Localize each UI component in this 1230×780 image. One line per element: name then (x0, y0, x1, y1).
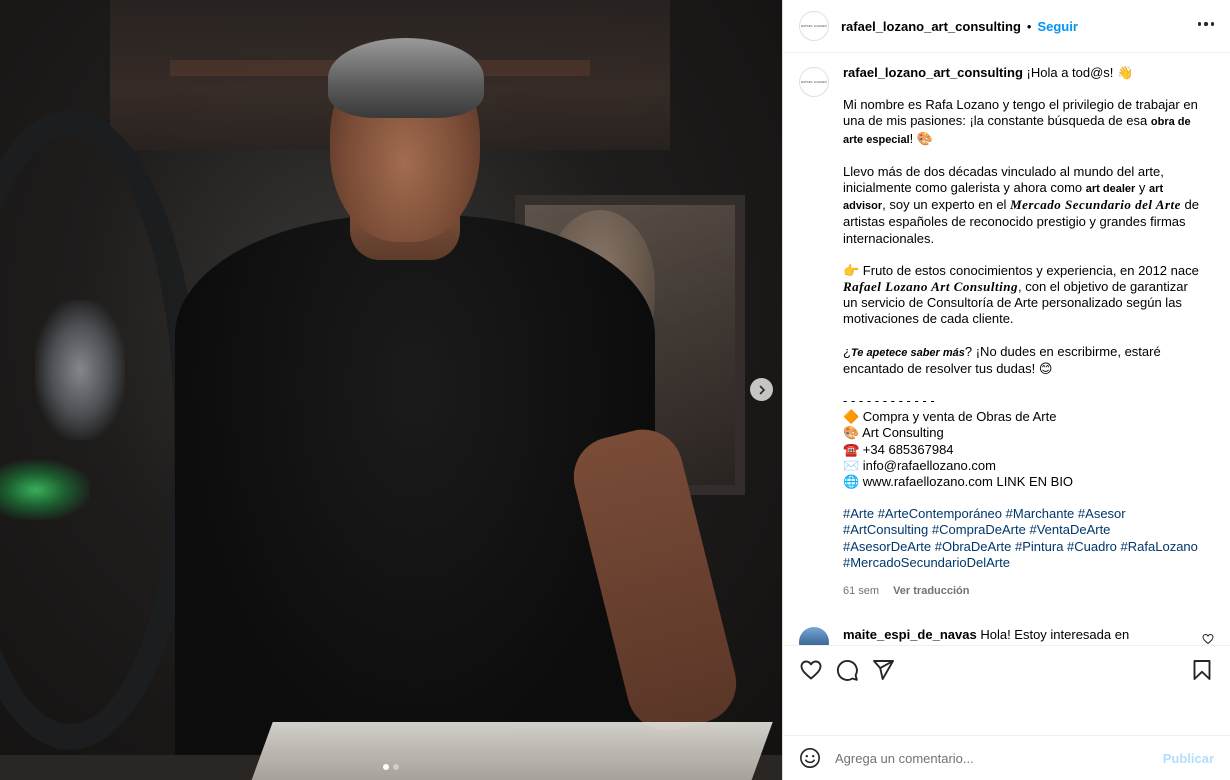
comment-text: maite_espi_de_navas Hola! Estoy interesa… (843, 627, 1183, 645)
hashtag-link[interactable]: #AsesorDeArte (843, 539, 931, 554)
translate-link[interactable]: Ver traducción (893, 583, 969, 599)
hashtag-link[interactable]: #Pintura (1015, 539, 1063, 554)
comment-input[interactable] (835, 750, 1163, 766)
avatar-logo-text: RAFAEL LOZANO (801, 23, 827, 28)
like-heart-icon[interactable] (799, 658, 823, 682)
author-avatar[interactable]: RAFAEL LOZANO (799, 11, 829, 41)
commenter-username[interactable]: maite_espi_de_navas (843, 627, 977, 642)
caption-paragraph-3: 👉 Fruto de estos conocimientos y experie… (843, 262, 1199, 327)
follow-button[interactable]: Seguir (1037, 19, 1077, 34)
avatar-logo-text: RAFAEL LOZANO (801, 79, 827, 84)
post-header: RAFAEL LOZANO rafael_lozano_art_consulti… (783, 0, 1230, 53)
hashtag-link[interactable]: #Asesor (1078, 506, 1126, 521)
carousel-dot (393, 764, 399, 770)
comments-section[interactable]: RAFAEL LOZANO rafael_lozano_art_consulti… (783, 53, 1230, 645)
post-sidebar: RAFAEL LOZANO rafael_lozano_art_consulti… (782, 0, 1230, 780)
post-time[interactable]: 61 sem (843, 583, 879, 599)
hashtag-link[interactable]: #CompraDeArte (932, 522, 1026, 537)
chevron-right-icon (759, 385, 765, 394)
hashtag-link[interactable]: #ArteContemporáneo (878, 506, 1002, 521)
caption-paragraph-1: Mi nombre es Rafa Lozano y tengo el priv… (843, 97, 1198, 146)
action-bar (783, 645, 1230, 735)
caption-text: rafael_lozano_art_consulting ¡Hola a tod… (843, 65, 1201, 599)
hashtag-link[interactable]: #Arte (843, 506, 874, 521)
hashtag-link[interactable]: #Marchante (1006, 506, 1075, 521)
caption-line-consulting: 🎨 Art Consulting (843, 425, 944, 441)
hashtag-link[interactable]: #MercadoSecundarioDelArte (843, 555, 1010, 570)
caption-paragraph-4: ¿Te apetece saber más? ¡No dudes en escr… (843, 343, 1161, 376)
header-separator: • (1026, 18, 1032, 34)
comment-item: maite_espi_de_navas Hola! Estoy interesa… (799, 627, 1214, 645)
caption-line-website: 🌐 www.rafaellozano.com LINK EN BIO (843, 474, 1074, 490)
commenter-avatar[interactable] (799, 627, 829, 645)
caption-hashtags: #Arte #ArteContemporáneo #Marchante #Ase… (843, 506, 1201, 571)
post-caption: RAFAEL LOZANO rafael_lozano_art_consulti… (799, 65, 1214, 599)
open-book (247, 722, 773, 780)
hashtag-link[interactable]: #RafaLozano (1121, 539, 1198, 554)
publish-button[interactable]: Publicar (1163, 751, 1214, 766)
add-comment-bar: Publicar (783, 735, 1230, 780)
caption-meta: 61 sem Ver traducción (843, 583, 1201, 599)
caption-username[interactable]: rafael_lozano_art_consulting (843, 65, 1023, 80)
comment-icon[interactable] (835, 658, 859, 682)
carousel-next-button[interactable] (750, 378, 773, 401)
emoji-icon[interactable] (799, 747, 821, 769)
bookmark-icon[interactable] (1190, 658, 1214, 682)
post-image[interactable] (0, 0, 782, 780)
caption-avatar[interactable]: RAFAEL LOZANO (799, 67, 829, 97)
foreground-lamp (0, 110, 200, 750)
carousel-indicator (383, 764, 399, 770)
carousel-dot-active (383, 764, 389, 770)
more-options-icon[interactable] (1197, 22, 1214, 26)
caption-greeting: ¡Hola a tod@s! 👋 (1026, 65, 1134, 80)
hashtag-link[interactable]: #Cuadro (1067, 539, 1117, 554)
caption-line-phone: ☎️ +34 685367984 (843, 441, 954, 457)
author-username[interactable]: rafael_lozano_art_consulting (841, 19, 1021, 34)
caption-paragraph-2: Llevo más de dos décadas vinculado al mu… (843, 163, 1199, 246)
comment-like-heart-icon[interactable] (1202, 633, 1214, 645)
hashtag-link[interactable]: #ObraDeArte (935, 539, 1012, 554)
caption-contact-block: - - - - - - - - - - - - 🔶 Compra y venta… (843, 393, 1201, 490)
caption-divider: - - - - - - - - - - - - (843, 393, 935, 409)
hashtag-link[interactable]: #ArtConsulting (843, 522, 928, 537)
caption-line-email: ✉️ info@rafaellozano.com (843, 457, 996, 473)
caption-line-buy-sell: 🔶 Compra y venta de Obras de Arte (843, 409, 1057, 425)
hashtag-link[interactable]: #VentaDeArte (1029, 522, 1110, 537)
send-icon[interactable] (871, 658, 895, 682)
hair (328, 38, 484, 118)
